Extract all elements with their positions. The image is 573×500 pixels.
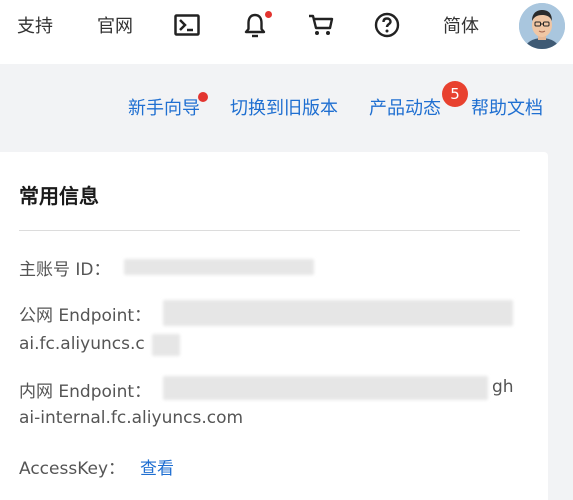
- internal-endpoint-value-end: gh: [492, 377, 514, 397]
- product-news-link[interactable]: 产品动态: [369, 94, 441, 120]
- accesskey-view-link[interactable]: 查看: [140, 454, 174, 479]
- public-endpoint-tail-redacted: [152, 334, 180, 356]
- terminal-icon[interactable]: [172, 0, 202, 50]
- public-endpoint-label: 公网 Endpoint：: [19, 306, 152, 326]
- public-endpoint-value-redacted: [163, 300, 513, 326]
- internal-endpoint-value-tail: ai-internal.fc.aliyuncs.com: [19, 408, 244, 428]
- notification-dot: [265, 11, 272, 18]
- switch-old-version-link[interactable]: 切换到旧版本: [230, 94, 338, 120]
- official-site-link[interactable]: 官网: [94, 0, 136, 50]
- internal-endpoint-label: 内网 Endpoint：: [19, 382, 152, 402]
- language-label: 简体: [443, 16, 479, 37]
- public-endpoint-value-tail: ai.fc.aliyuncs.c: [19, 334, 145, 354]
- support-link[interactable]: 支持: [14, 0, 56, 50]
- support-label: 支持: [17, 16, 53, 37]
- guide-dot: [198, 92, 208, 102]
- product-news-badge: 5: [442, 81, 468, 107]
- top-navigation-bar: 支持 官网 简体: [0, 0, 573, 64]
- quick-links-row: 新手向导 切换到旧版本 产品动态 5 帮助文档: [0, 64, 573, 152]
- cart-icon[interactable]: [305, 0, 337, 50]
- bell-icon[interactable]: [240, 0, 272, 50]
- official-site-label: 官网: [97, 16, 133, 37]
- accesskey-label: AccessKey：: [19, 459, 126, 479]
- card-divider: [19, 230, 520, 231]
- internal-endpoint-value-redacted: [163, 376, 488, 400]
- account-id-label: 主账号 ID：: [19, 260, 111, 280]
- avatar[interactable]: [519, 3, 565, 49]
- common-info-card: 常用信息 主账号 ID： 公网 Endpoint： ai.fc.aliyuncs…: [0, 152, 548, 500]
- help-icon[interactable]: [372, 0, 402, 50]
- language-switch[interactable]: 简体: [440, 0, 482, 50]
- guide-link[interactable]: 新手向导: [128, 94, 200, 120]
- card-title: 常用信息: [19, 184, 99, 208]
- help-docs-link[interactable]: 帮助文档: [471, 94, 543, 120]
- account-id-value-redacted: [124, 259, 314, 275]
